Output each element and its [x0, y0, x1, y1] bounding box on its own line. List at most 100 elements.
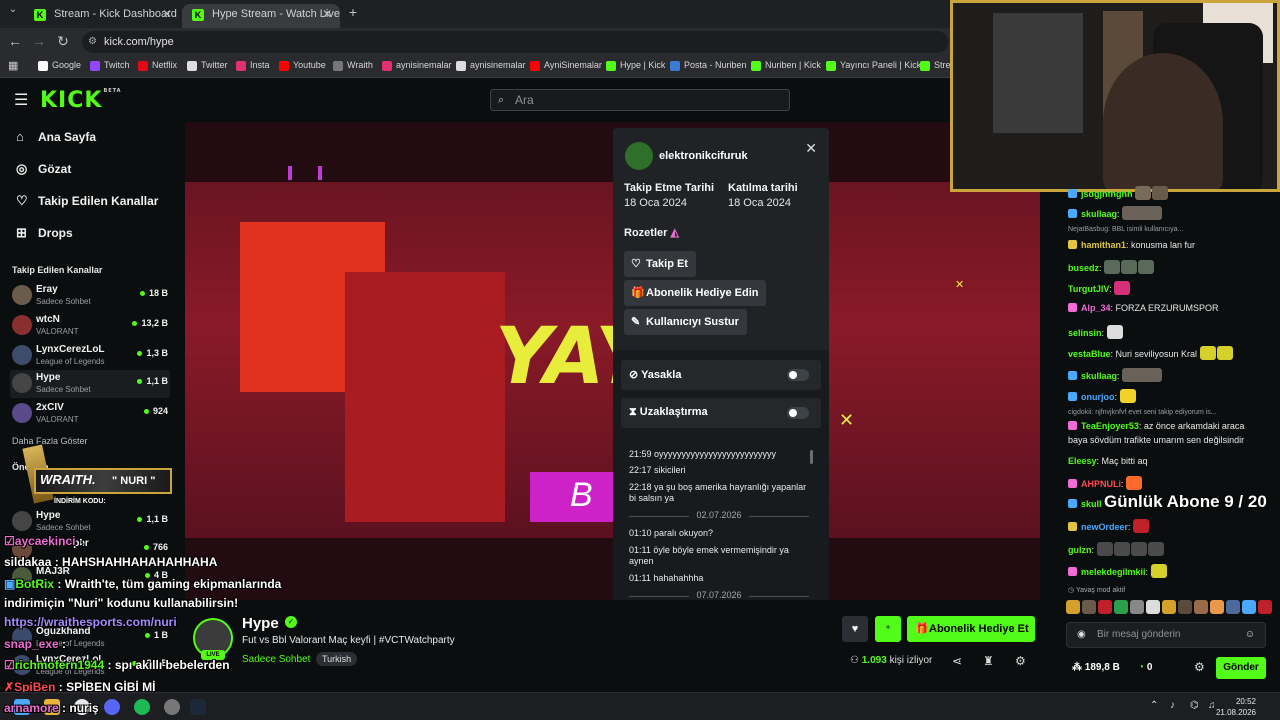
tray-chevron-icon[interactable]: ⌃: [1150, 700, 1158, 711]
follow-heart-button[interactable]: ♥: [842, 616, 868, 642]
send-button[interactable]: Gönder: [1216, 657, 1266, 679]
bookmark-wraith[interactable]: Wraith: [333, 60, 373, 71]
nav-drops[interactable]: ⊞ Drops: [16, 225, 73, 240]
stream-tag[interactable]: Turkish: [316, 652, 358, 666]
ban-toggle[interactable]: [787, 369, 809, 381]
streamer-name[interactable]: Hype: [242, 615, 279, 632]
emote[interactable]: [1194, 600, 1208, 614]
chat-input[interactable]: ◉ Bir mesaj gönderin ☺: [1066, 622, 1266, 648]
emote[interactable]: [1242, 600, 1256, 614]
chat-settings-icon[interactable]: ⚙: [1194, 660, 1205, 674]
chat-username[interactable]: Alp_34: [1081, 303, 1111, 313]
emote[interactable]: [1066, 600, 1080, 614]
follow-button[interactable]: ♡ Takip Et: [624, 251, 696, 277]
kick-logo[interactable]: KICKBETA: [40, 88, 122, 113]
emote[interactable]: [1178, 600, 1192, 614]
bookmark-twitter[interactable]: Twitter: [187, 60, 228, 71]
site-info-icon[interactable]: ⚙: [88, 31, 97, 53]
spotify-icon[interactable]: [134, 699, 150, 715]
steam-icon[interactable]: [190, 699, 206, 715]
clip-icon[interactable]: ♜: [983, 654, 994, 668]
bookmark-aynisinemalar-3[interactable]: AyniSinemalar: [530, 60, 602, 71]
channel-item[interactable]: Hype Sadece Sohbet 1,1 B: [10, 370, 170, 398]
chat-username[interactable]: skull: [1081, 499, 1102, 509]
gift-sub-button[interactable]: 🎁 Abonelik Hediye Edin: [624, 280, 767, 306]
apps-icon[interactable]: ▦: [8, 59, 18, 72]
emote[interactable]: [1226, 600, 1240, 614]
chat-username[interactable]: jsdgjhfhghh: [1081, 189, 1133, 199]
back-icon[interactable]: ←: [6, 33, 24, 49]
scrollbar[interactable]: [810, 450, 813, 464]
chat-username[interactable]: AHPNULi: [1081, 479, 1121, 489]
url-field[interactable]: ⚙ kick.com/hype: [82, 31, 948, 53]
channel-item[interactable]: LynxCerezLoL League of Legends 1,3 B: [10, 342, 170, 370]
chat-username[interactable]: TeaEnjoyer53: [1081, 421, 1139, 431]
close-icon[interactable]: ✕: [322, 4, 332, 24]
kick-points[interactable]: ◔ 0: [1138, 662, 1152, 673]
channel-item[interactable]: Eray Sadece Sohbet 18 B: [10, 282, 170, 310]
emote[interactable]: [1258, 600, 1272, 614]
chat-username[interactable]: onurjoo: [1081, 392, 1115, 402]
chat-username[interactable]: TurgutJIV: [1068, 284, 1109, 294]
nav-following[interactable]: ♡ Takip Edilen Kanallar: [16, 193, 158, 208]
forward-icon[interactable]: →: [30, 33, 48, 49]
emote[interactable]: [1082, 600, 1096, 614]
timeout-toggle[interactable]: [787, 407, 809, 419]
chat-username[interactable]: melekdegilmkii: [1081, 567, 1146, 577]
channel-item[interactable]: 2xCIV VALORANT 924: [10, 400, 170, 428]
gift-icon-button[interactable]: ⁺: [875, 616, 901, 642]
bookmark-netflix[interactable]: Netflix: [138, 60, 177, 71]
discord-icon[interactable]: [104, 699, 120, 715]
bookmark-insta[interactable]: Insta: [236, 60, 270, 71]
chat-username[interactable]: busedz: [1068, 263, 1099, 273]
stream-category[interactable]: Sadece Sohbet: [242, 654, 310, 665]
chat-username[interactable]: selinsin: [1068, 328, 1102, 338]
bookmark-youtube[interactable]: Youtube: [279, 60, 326, 71]
system-clock[interactable]: 20:52 21.08.2026: [1216, 696, 1256, 718]
channel-item[interactable]: wtcN VALORANT 13,2 B: [10, 312, 170, 340]
network-icon[interactable]: ⌬: [1190, 700, 1199, 711]
search-input[interactable]: ⌕ Ara: [490, 89, 790, 111]
chat-username[interactable]: newOrdeer: [1081, 522, 1128, 532]
show-more-link[interactable]: Daha Fazla Göster: [12, 436, 88, 446]
chat-mode-icon[interactable]: ◉: [1077, 623, 1086, 647]
bookmark-hype-kick[interactable]: Hype | Kick: [606, 60, 665, 71]
microphone-icon[interactable]: ♪: [1170, 700, 1175, 711]
tab-kick-dashboard[interactable]: K Stream - Kick Dashboard ✕: [24, 4, 180, 28]
tab-hype-stream[interactable]: K Hype Stream - Watch Live o ✕: [182, 4, 340, 28]
channel-item[interactable]: Hype Sadece Sohbet 1,1 B: [10, 508, 170, 536]
emote[interactable]: [1162, 600, 1176, 614]
mute-user-button[interactable]: ✎ Kullanıcıyı Sustur: [624, 309, 747, 335]
new-tab-icon[interactable]: +: [344, 4, 362, 20]
popup-username[interactable]: elektronikcifuruk: [659, 150, 748, 162]
reload-icon[interactable]: ↻: [54, 33, 72, 50]
nav-home[interactable]: ⌂ Ana Sayfa: [16, 129, 96, 144]
bookmark-posta[interactable]: Posta - Nuriben: [670, 60, 747, 71]
obs-icon[interactable]: [164, 699, 180, 715]
close-icon[interactable]: ✕: [805, 140, 817, 157]
chat-username[interactable]: hamithan1: [1081, 240, 1126, 250]
menu-icon[interactable]: ☰: [14, 90, 28, 110]
emote[interactable]: [1130, 600, 1144, 614]
bookmark-nuriben[interactable]: Nuriben | Kick: [751, 60, 821, 71]
settings-icon[interactable]: ⚙: [1015, 654, 1026, 668]
chat-username[interactable]: gulzn: [1068, 545, 1092, 555]
tab-list-icon[interactable]: ⌄: [4, 4, 22, 15]
emote[interactable]: [1146, 600, 1160, 614]
bookmark-yayinci-paneli[interactable]: Yayıncı Paneli | Kick: [826, 60, 921, 71]
emoji-icon[interactable]: ☺: [1245, 623, 1255, 647]
bookmark-google[interactable]: Google: [38, 60, 81, 71]
close-icon[interactable]: ✕: [162, 4, 172, 24]
nav-browse[interactable]: ◎ Gözat: [16, 161, 71, 176]
chat-username[interactable]: skullaag: [1081, 371, 1117, 381]
emote[interactable]: [1210, 600, 1224, 614]
gift-sub-button[interactable]: 🎁 Abonelik Hediye Et: [907, 616, 1035, 642]
emote[interactable]: [1114, 600, 1128, 614]
emote[interactable]: [1098, 600, 1112, 614]
chat-username[interactable]: Eleesy: [1068, 456, 1097, 466]
channel-points[interactable]: ⁂ 189,8 B: [1072, 662, 1120, 673]
chat-username[interactable]: skullaag: [1081, 209, 1117, 219]
bookmark-aynisinemalar-2[interactable]: aynisinemalar: [456, 60, 526, 71]
volume-icon[interactable]: ♫: [1208, 700, 1216, 711]
chat-username[interactable]: vestaBlue: [1068, 349, 1111, 359]
